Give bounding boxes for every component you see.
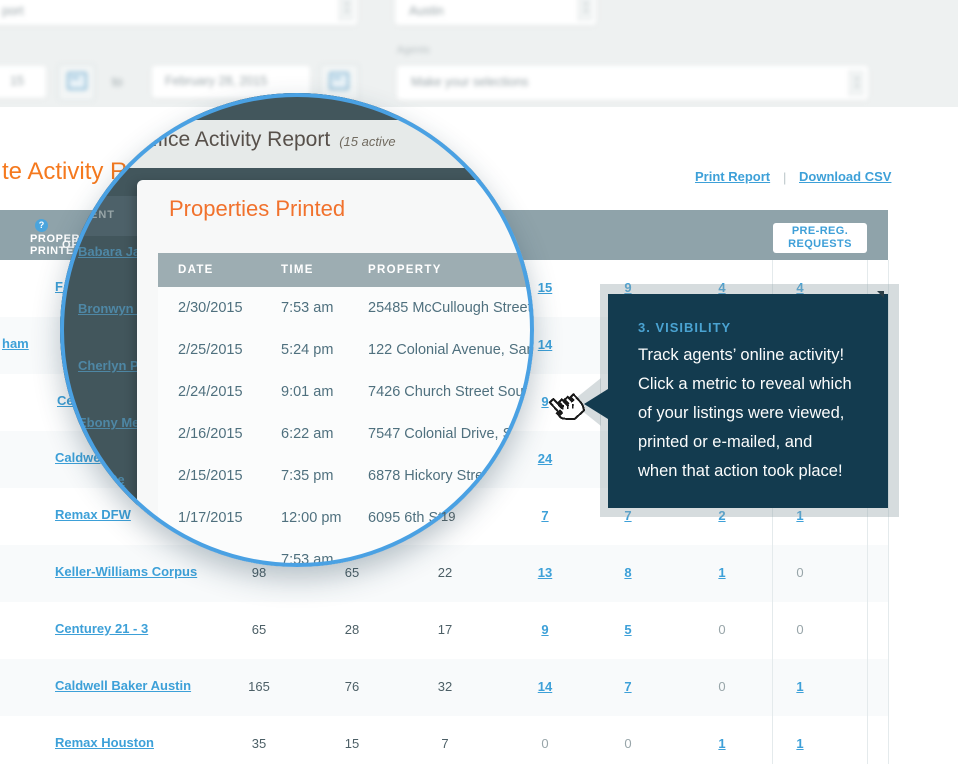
office-link[interactable]: Caldwell Baker Austin bbox=[55, 678, 191, 693]
tooltip-corner-mark bbox=[877, 291, 884, 305]
filter-form-area: port ▲▼ Austin ▲▼ 15 to February 28, 201… bbox=[0, 0, 958, 107]
tooltip-text-line: printed or e-mailed, and bbox=[638, 433, 812, 452]
tooltip-text-line: Click a metric to reveal which bbox=[638, 375, 852, 394]
metric-value: 65 bbox=[229, 622, 289, 637]
properties-printed-link[interactable]: 9 bbox=[515, 622, 575, 637]
agent-link[interactable]: Babara Ja bbox=[78, 244, 140, 259]
agents-placeholder: Make your selections bbox=[411, 75, 528, 89]
download-csv-link[interactable]: Download CSV bbox=[799, 169, 891, 184]
hand-cursor-icon bbox=[543, 387, 591, 435]
metric-value: 28 bbox=[322, 622, 382, 637]
table-row[interactable]: Remax Houston 35 15 7 0 0 1 1 bbox=[0, 716, 888, 763]
report-type-value: port bbox=[2, 4, 24, 18]
calendar-icon bbox=[67, 72, 87, 90]
tooltip-text-line: of your listings were viewed, bbox=[638, 404, 844, 423]
help-icon[interactable]: ? bbox=[35, 219, 48, 232]
time-column-header: TIME bbox=[281, 264, 314, 276]
prereg-requests-value: 0 bbox=[770, 622, 830, 637]
properties-printed-value: 0 bbox=[515, 736, 575, 751]
metric-value: 22 bbox=[415, 565, 475, 580]
contact-info-viewed-value: 0 bbox=[598, 736, 658, 751]
agents-label: Agents bbox=[397, 44, 430, 56]
report-type-spinner-icon[interactable]: ▲▼ bbox=[339, 0, 354, 21]
active-count-label: (15 active bbox=[339, 134, 395, 149]
print-report-link[interactable]: Print Report bbox=[695, 169, 770, 184]
city-select[interactable]: Austin ▲▼ bbox=[395, 0, 596, 25]
prereg-requests-link[interactable]: 1 bbox=[770, 736, 830, 751]
tooltip-title: 3. VISIBILITY bbox=[638, 320, 731, 335]
magnified-page-title: ffice Activity Report(15 active bbox=[152, 128, 396, 152]
agents-spinner-icon[interactable]: ▲▼ bbox=[849, 70, 864, 96]
property-column-header: PROPERTY bbox=[368, 264, 442, 276]
magnified-title-band: ffice Activity Report(15 active bbox=[60, 120, 534, 168]
popup-row: 2/15/20157:35 pm6878 Hickory Stree bbox=[158, 455, 534, 498]
popup-row: 2/30/20157:53 am25485 McCullough Street … bbox=[158, 287, 534, 330]
popup-title: Properties Printed bbox=[169, 196, 345, 222]
emails-sent-link[interactable]: 1 bbox=[692, 736, 752, 751]
properties-printed-popup: Properties Printed DATE TIME PROPERTY 2/… bbox=[137, 180, 534, 567]
emails-sent-value: 0 bbox=[692, 679, 752, 694]
office-link[interactable]: Centurey 21 - 3 bbox=[55, 621, 148, 636]
emails-sent-link[interactable]: 1 bbox=[692, 565, 752, 580]
office-link[interactable]: Remax Houston bbox=[55, 735, 154, 750]
contact-info-viewed-link[interactable]: 5 bbox=[598, 622, 658, 637]
popup-row: 7:53 am bbox=[158, 539, 534, 567]
table-row[interactable]: Caldwell Baker Austin 165 76 32 14 7 0 1 bbox=[0, 659, 888, 717]
tooltip-text-line: when that action took place! bbox=[638, 462, 843, 481]
contact-info-viewed-link[interactable]: 8 bbox=[598, 565, 658, 580]
date-column-header: DATE bbox=[178, 264, 214, 276]
popup-row: 2/24/20159:01 am7426 Church Street South bbox=[158, 371, 534, 414]
calendar-icon bbox=[329, 72, 349, 90]
column-header-prereg-requests[interactable]: PRE-REG.REQUESTS bbox=[773, 223, 867, 253]
dimmed-band bbox=[60, 93, 534, 120]
table-row[interactable]: Centurey 21 - 3 65 28 17 9 5 0 0 bbox=[0, 602, 888, 660]
agent-link[interactable]: Cherlyn P bbox=[78, 358, 139, 373]
metric-value: 7 bbox=[415, 736, 475, 751]
city-spinner-icon[interactable]: ▲▼ bbox=[578, 0, 593, 21]
metric-value: 165 bbox=[229, 679, 289, 694]
magnifier-circle: ffice Activity Report(15 active ENT Baba… bbox=[60, 93, 534, 567]
report-type-select[interactable]: port ▲▼ bbox=[0, 0, 357, 25]
metric-value: 76 bbox=[322, 679, 382, 694]
popup-table-header: DATE TIME PROPERTY bbox=[158, 253, 534, 287]
properties-printed-link[interactable]: 14 bbox=[515, 679, 575, 694]
agent-column-header: ENT bbox=[90, 209, 115, 221]
office-link[interactable]: ham bbox=[2, 336, 29, 351]
tooltip-text-line: Track agents’ online activity! bbox=[638, 346, 844, 365]
prereg-requests-link[interactable]: 1 bbox=[770, 679, 830, 694]
metric-value: 98 bbox=[229, 565, 289, 580]
properties-printed-link[interactable]: 13 bbox=[515, 565, 575, 580]
agent-link[interactable]: Re bbox=[108, 472, 125, 487]
office-activity-report-page: port ▲▼ Austin ▲▼ 15 to February 28, 201… bbox=[0, 0, 958, 764]
metric-value: 35 bbox=[229, 736, 289, 751]
prereg-requests-value: 0 bbox=[770, 565, 830, 580]
city-value: Austin bbox=[409, 4, 444, 18]
date-start-value: 15 bbox=[10, 74, 24, 88]
metric-value: 65 bbox=[322, 565, 382, 580]
metric-value-overlay: 19 bbox=[441, 509, 455, 524]
popup-row: 1/17/201512:00 pm6095 6th St bbox=[158, 497, 534, 540]
popup-row: 2/25/20155:24 pm122 Colonial Avenue, San… bbox=[158, 329, 534, 372]
date-start-field[interactable]: 15 bbox=[0, 66, 46, 98]
agent-link[interactable]: Ebony Me bbox=[78, 415, 139, 430]
metric-value: 15 bbox=[322, 736, 382, 751]
contact-info-viewed-link[interactable]: 7 bbox=[598, 679, 658, 694]
metric-value: 32 bbox=[415, 679, 475, 694]
date-range-separator: to bbox=[112, 75, 122, 89]
link-divider: | bbox=[783, 170, 786, 185]
metric-value: 17 bbox=[415, 622, 475, 637]
date-end-value: February 28, 2015 bbox=[165, 74, 267, 88]
popup-row: 2/16/20156:22 am7547 Colonial Drive, Sa bbox=[158, 413, 534, 456]
visibility-tooltip: 3. VISIBILITY Track agents’ online activ… bbox=[608, 294, 888, 508]
emails-sent-value: 0 bbox=[692, 622, 752, 637]
